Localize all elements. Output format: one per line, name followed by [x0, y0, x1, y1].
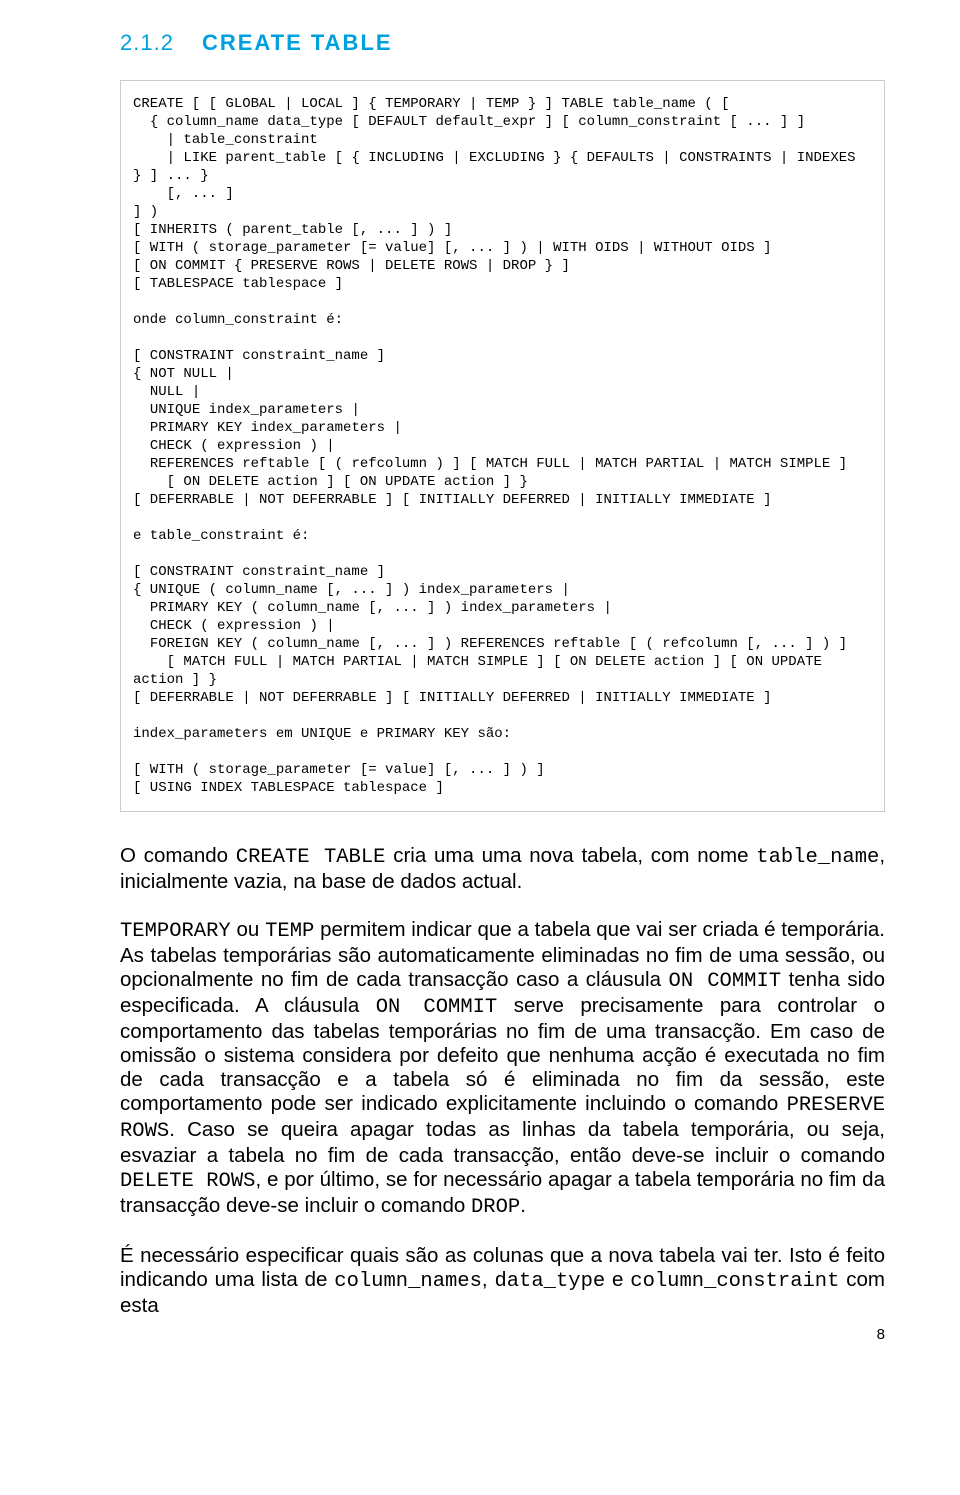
inline-code: column_constraint — [630, 1270, 839, 1293]
paragraph-2: TEMPORARY ou TEMP permitem indicar que a… — [120, 918, 885, 1220]
heading-number: 2.1.2 — [120, 30, 174, 55]
text-run: ou — [231, 918, 265, 941]
text-run: . — [520, 1194, 526, 1217]
inline-code: ON COMMIT — [669, 970, 782, 993]
text-run: cria uma uma nova tabela, com nome — [385, 844, 756, 867]
inline-code: column_names — [334, 1270, 482, 1293]
inline-code: CREATE TABLE — [236, 846, 386, 869]
inline-code: table_name — [756, 846, 879, 869]
text-run: O comando — [120, 844, 236, 867]
sql-syntax-box: CREATE [ [ GLOBAL | LOCAL ] { TEMPORARY … — [120, 80, 885, 812]
text-run: , — [482, 1268, 495, 1291]
paragraph-3: É necessário especificar quais são as co… — [120, 1244, 885, 1318]
heading-title: CREATE TABLE — [202, 30, 393, 55]
paragraph-1: O comando CREATE TABLE cria uma uma nova… — [120, 844, 885, 894]
inline-code: data_type — [494, 1270, 605, 1293]
section-heading: 2.1.2 CREATE TABLE — [120, 30, 885, 56]
text-run: . Caso se queira apagar todas as linhas … — [120, 1118, 885, 1167]
inline-code: ON COMMIT — [376, 996, 498, 1019]
page-container: 2.1.2 CREATE TABLE CREATE [ [ GLOBAL | LO… — [0, 0, 960, 1383]
inline-code: DELETE ROWS — [120, 1170, 255, 1193]
inline-code: TEMP — [265, 920, 314, 943]
inline-code: TEMPORARY — [120, 920, 231, 943]
text-run: e — [605, 1268, 630, 1291]
inline-code: DROP — [471, 1196, 520, 1219]
sql-syntax-code: CREATE [ [ GLOBAL | LOCAL ] { TEMPORARY … — [133, 95, 872, 797]
page-number: 8 — [120, 1326, 885, 1343]
